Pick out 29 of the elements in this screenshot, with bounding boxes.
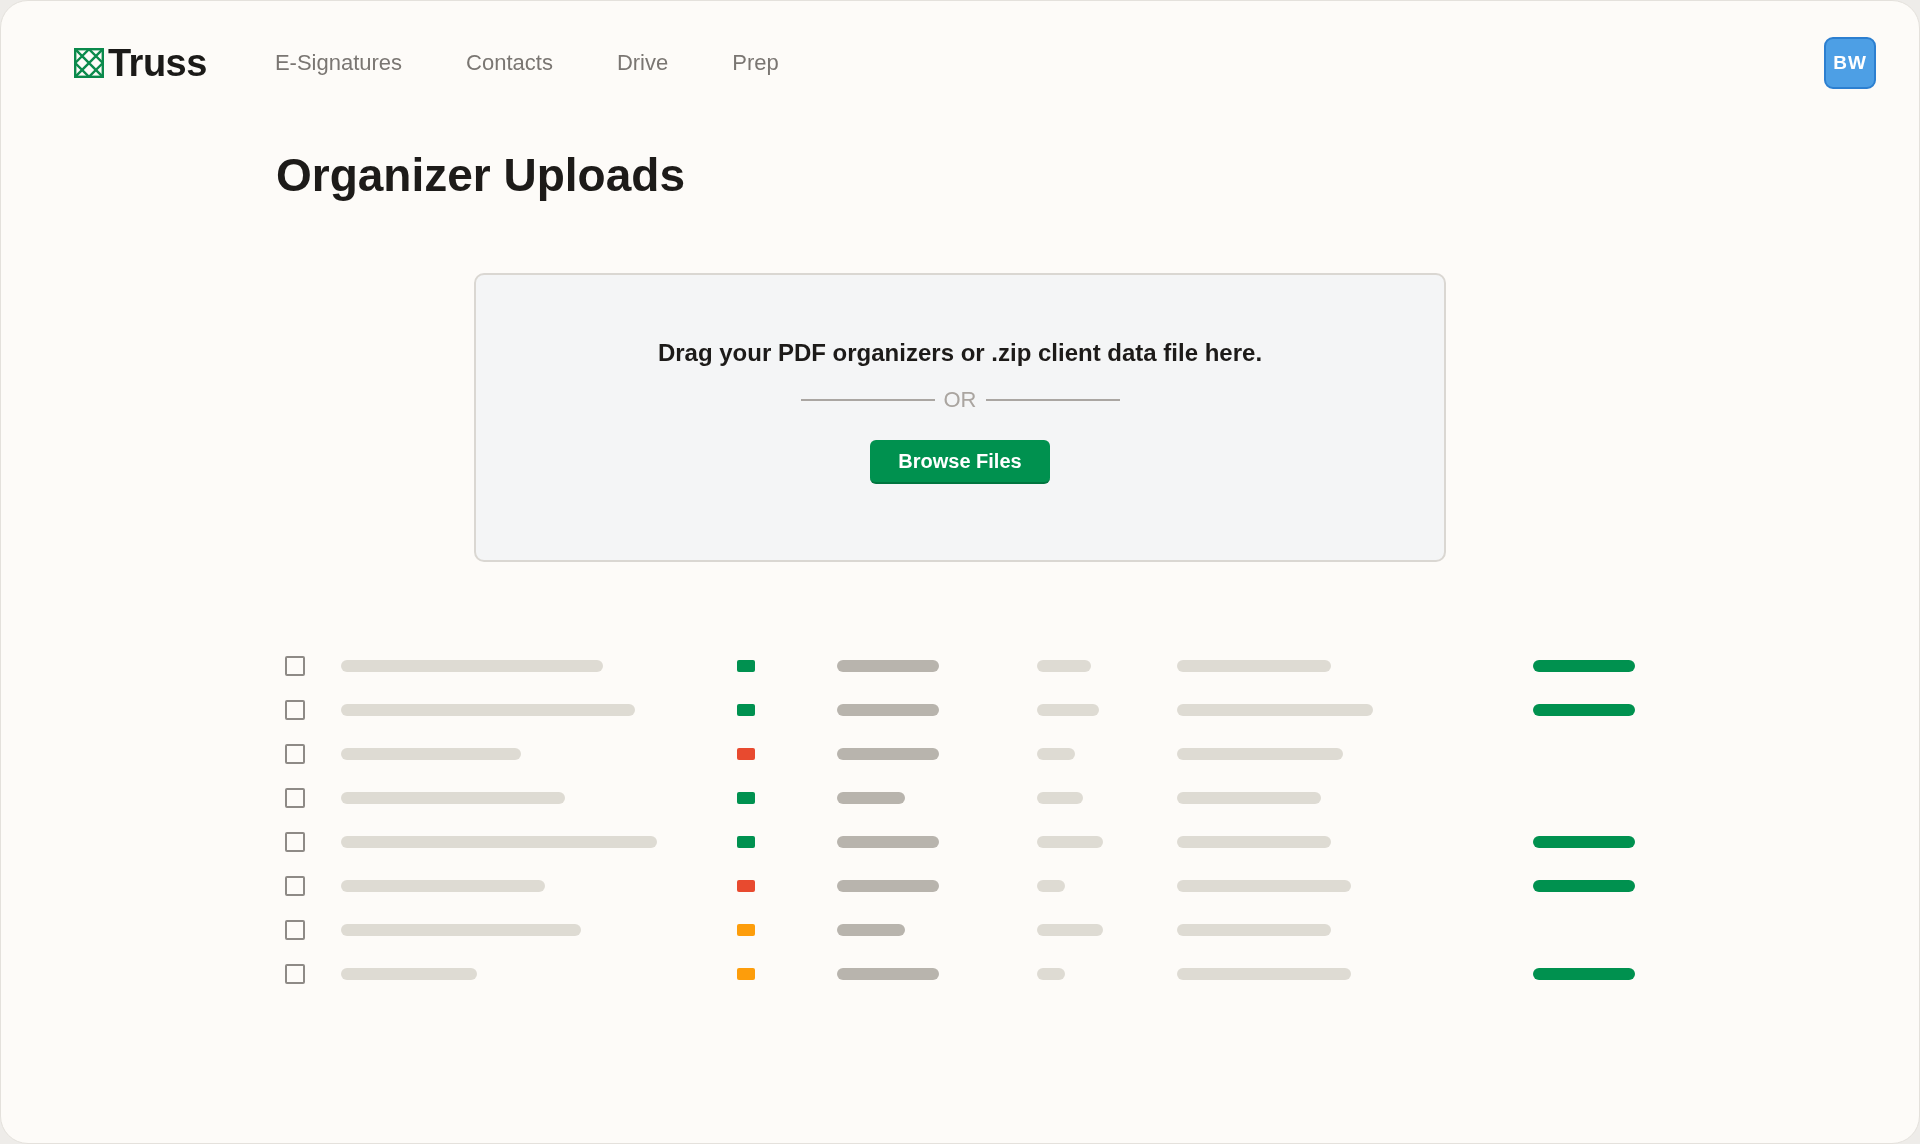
skeleton-bar (1037, 924, 1103, 936)
checkbox[interactable] (285, 832, 305, 852)
checkbox[interactable] (285, 788, 305, 808)
checkbox[interactable] (285, 876, 305, 896)
checkbox[interactable] (285, 920, 305, 940)
skeleton-bar (1037, 660, 1091, 672)
drop-instructions: Drag your PDF organizers or .zip client data file here. (657, 339, 1263, 367)
nav-link[interactable]: Prep (732, 49, 779, 77)
skeleton-bar (1037, 704, 1099, 716)
logo-text[interactable]: Truss (108, 44, 207, 82)
skeleton-bar (1037, 836, 1103, 848)
drop-zone[interactable]: Drag your PDF organizers or .zip client data file here. OR Browse Files (474, 273, 1446, 562)
divider-label: OR (943, 386, 977, 414)
nav-link[interactable]: E-Signatures (274, 49, 403, 77)
skeleton-bar (1037, 880, 1065, 892)
checkbox[interactable] (285, 744, 305, 764)
browse-files-button[interactable]: Browse Files (870, 440, 1050, 484)
skeleton-bar (1037, 792, 1083, 804)
checkbox[interactable] (285, 964, 305, 984)
nav-link[interactable]: Drive (616, 49, 669, 77)
skeleton-bar (837, 924, 905, 936)
avatar[interactable]: BW (1824, 37, 1876, 89)
checkbox[interactable] (285, 656, 305, 676)
skeleton-bar (1037, 968, 1065, 980)
skeleton-bar (1037, 748, 1075, 760)
nav-link[interactable]: Contacts (466, 49, 553, 77)
logo-icon (74, 48, 104, 78)
checkbox[interactable] (285, 700, 305, 720)
skeleton-bar (837, 792, 905, 804)
